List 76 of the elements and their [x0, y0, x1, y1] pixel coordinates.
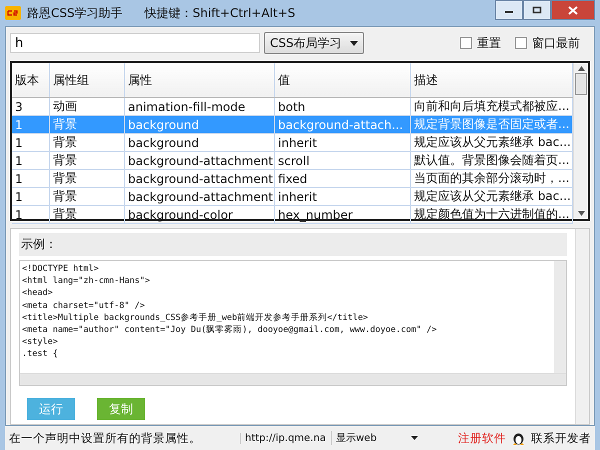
- caret-icon: [350, 40, 358, 46]
- code-line: <meta charset="utf-8" />: [22, 300, 146, 312]
- table-cell: scroll: [275, 152, 411, 169]
- table-cell: inherit: [275, 188, 411, 205]
- table-cell: 1: [12, 170, 50, 187]
- caret-icon: [411, 436, 418, 440]
- contact-link[interactable]: 联系开发者: [531, 430, 591, 446]
- table-cell: fixed: [275, 170, 411, 187]
- scrollbar[interactable]: [573, 63, 588, 219]
- table-cell: 1: [12, 116, 50, 133]
- checkbox-label: 窗口最前: [532, 34, 580, 52]
- app-logo-icon: [5, 6, 21, 20]
- table-row[interactable]: 1 背景 background-attachment inherit 规定应该从父元素继承 bac...: [12, 188, 573, 206]
- minimize-button[interactable]: [495, 0, 523, 20]
- checkbox[interactable]: [460, 37, 472, 49]
- column-header[interactable]: 属性组: [50, 63, 125, 97]
- close-button[interactable]: [551, 0, 595, 20]
- penguin-icon: [512, 431, 525, 445]
- scroll-down-icon[interactable]: [578, 211, 584, 216]
- category-dropdown[interactable]: CSS布局学习: [264, 32, 364, 54]
- search-field[interactable]: h: [10, 33, 260, 53]
- table-row[interactable]: 1 背景 background-attachment fixed 当页面的其余部分滚动时，...: [12, 170, 573, 188]
- table-cell: 1: [12, 188, 50, 205]
- code-scrollbar[interactable]: [554, 261, 566, 373]
- table-row[interactable]: 1 背景 background-attachment scroll 默认值。背景图像会随着页...: [12, 152, 573, 170]
- table-cell: background-attachment: [125, 170, 275, 187]
- example-label: 示例：: [19, 233, 567, 256]
- register-link[interactable]: 注册软件: [458, 430, 506, 446]
- code-line: .test {: [22, 348, 59, 361]
- checkbox[interactable]: [515, 37, 527, 49]
- table-cell: background-attachment: [125, 188, 275, 205]
- table-cell: 1: [12, 134, 50, 151]
- maximize-button[interactable]: [523, 0, 551, 20]
- horizontal-scrollbar[interactable]: [20, 373, 566, 385]
- table-cell: 1: [12, 206, 50, 223]
- window-title: 路恩CSS学习助手: [27, 4, 123, 22]
- column-header[interactable]: 版本: [12, 63, 50, 97]
- table-cell: background-attachment: [125, 152, 275, 169]
- table-cell: both: [275, 98, 411, 115]
- table-cell: 3: [12, 98, 50, 115]
- code-line: <!DOCTYPE html>: [22, 263, 100, 276]
- table-row[interactable]: 1 背景 background-color hex_number 规定颜色值为十六进制值的...: [12, 206, 573, 224]
- code-line: <meta name="author" content="Joy Du(飘零雾雨), dooyoe@gmail.com, www.doyoe.com" />: [22, 324, 438, 336]
- table-cell: background: [125, 116, 275, 133]
- url-text: http://ip.qme.na: [240, 432, 325, 444]
- table-cell: 背景: [50, 134, 125, 151]
- table-cell: animation-fill-mode: [125, 98, 275, 115]
- table-cell: 动画: [50, 98, 125, 115]
- panel-scrollbar[interactable]: [575, 229, 589, 424]
- table-row[interactable]: 1 背景 background inherit 规定应该从父元素继承 bac...: [12, 134, 573, 152]
- close-icon: [568, 6, 578, 14]
- scroll-up-icon[interactable]: [578, 66, 584, 71]
- table-cell: 背景: [50, 152, 125, 169]
- table-cell: background-attach...: [275, 116, 411, 133]
- checkbox-label: 重置: [477, 34, 501, 52]
- table-cell: 背景: [50, 188, 125, 205]
- shortcut-text: 快捷键：Shift+Ctrl+Alt+S: [144, 4, 296, 22]
- table-cell: 1: [12, 152, 50, 169]
- table-cell: hex_number: [275, 206, 411, 223]
- maximize-icon: [532, 6, 542, 14]
- table-cell: 背景: [50, 170, 125, 187]
- code-line: <html lang="zh-cmn-Hans">: [22, 275, 151, 288]
- code-line: <head>: [22, 287, 54, 300]
- table-cell: inherit: [275, 134, 411, 151]
- status-message: 在一个声明中设置所有的背景属性。: [9, 430, 202, 446]
- table-cell: background-color: [125, 206, 275, 223]
- code-line: <title>Multiple backgrounds_CSS参考手册_web前端开发参考手册系列</title>: [22, 312, 370, 324]
- table-cell: 背景: [50, 116, 125, 133]
- table-cell: 背景: [50, 206, 125, 223]
- scroll-thumb[interactable]: [575, 73, 587, 95]
- code-editor[interactable]: [19, 260, 567, 386]
- column-header[interactable]: 值: [275, 63, 411, 97]
- code-line: <style>: [22, 336, 59, 348]
- mode-dropdown[interactable]: 显示web: [331, 431, 418, 445]
- table-cell: background: [125, 134, 275, 151]
- column-header[interactable]: 属性: [125, 63, 275, 97]
